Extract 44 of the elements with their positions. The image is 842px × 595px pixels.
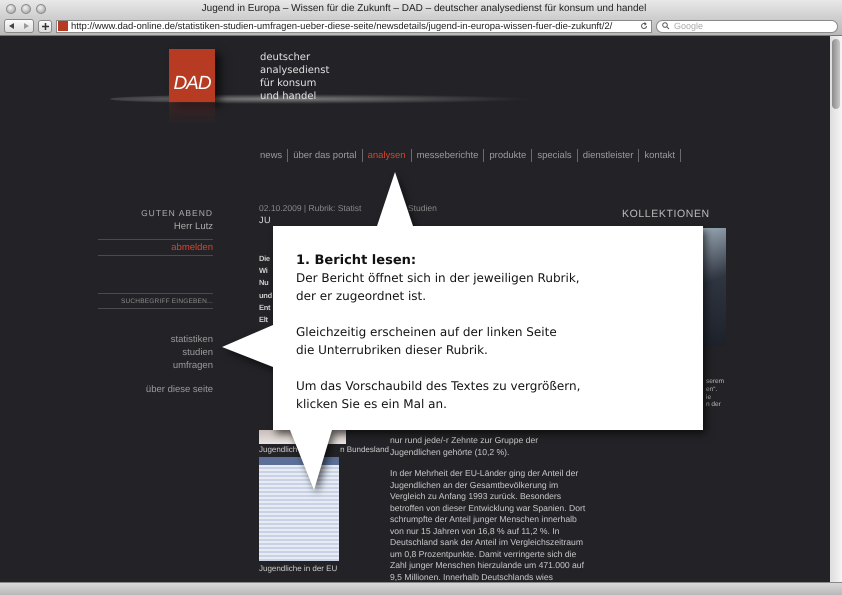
nav-link[interactable]: news — [260, 150, 288, 161]
tagline: deutscher analysedienst für konsum und handel — [260, 51, 330, 104]
url-text: http://www.dad-online.de/statistiken-studien-umfragen-ueber-diese-seite/newsdetails/jugend-in-europa-wissen-fuer-die-zukunft/2/ — [71, 20, 614, 32]
greeting-text: GUTEN ABEND — [140, 207, 213, 220]
article-paragraph: nur rund jede/-r Zehnte zur Gruppe der Jugendlichen gehörte (10,2 %). — [390, 435, 540, 458]
site-favicon-icon — [58, 21, 68, 31]
section-title: KOLLEKTIONEN — [622, 208, 711, 220]
article-meta: Studien — [408, 203, 437, 213]
user-name: Herr Lutz — [172, 220, 213, 233]
subnav-link[interactable]: statistiken — [170, 333, 213, 346]
thumbnail-caption: n Bundesland — [340, 444, 389, 456]
address-field[interactable]: http://www.dad-online.de/statistiken-studien-umfragen-ueber-diese-seite/newsdetails/jugend-in-europa-wissen-fuer-die-zukunft/2/ — [56, 20, 652, 32]
back-forward-control[interactable] — [4, 19, 34, 33]
add-bookmark-button[interactable] — [38, 20, 52, 32]
callout-title: 1. Bericht lesen: — [296, 252, 418, 269]
nav-link[interactable]: über das portal — [288, 150, 362, 161]
nav-link[interactable]: dienstleister — [578, 150, 638, 161]
callout-text: Gleichzeitig erscheinen auf der linken Seite die Unterrubriken dieser Rubrik. — [296, 324, 558, 359]
article-headline: JU — [259, 215, 271, 225]
logout-link[interactable]: abmelden — [98, 240, 213, 255]
subnav-link[interactable]: umfragen — [172, 359, 213, 372]
right-arrow-icon — [23, 23, 29, 29]
search-icon — [662, 22, 671, 30]
nav-link[interactable]: kontakt — [639, 150, 680, 161]
about-link[interactable]: über diese seite — [146, 383, 213, 396]
scrollbar[interactable] — [830, 36, 842, 582]
table-thumbnail[interactable] — [259, 457, 339, 562]
left-arrow-icon — [9, 23, 15, 29]
plus-icon — [42, 22, 48, 30]
reload-icon[interactable] — [640, 22, 648, 30]
nav-link[interactable]: messeberichte — [412, 150, 484, 161]
logo[interactable]: DAD — [169, 49, 215, 102]
article-meta: 02.10.2009 | Rubrik: Statist — [259, 203, 362, 213]
subnav-link[interactable]: studien — [182, 346, 213, 359]
thumbnail-caption: Jugendlich — [259, 444, 298, 456]
nav-link[interactable]: analysen — [362, 150, 411, 161]
thumbnail-caption: Jugendliche in der EU — [259, 563, 338, 574]
nav-link[interactable]: produkte — [484, 150, 532, 161]
callout-text: Der Bericht öffnet sich in der jeweiligen Rubrik, der er zugeordnet ist. — [296, 270, 581, 305]
window-title: Jugend in Europa – Wissen für die Zukunft – DAD – deutscher analysedienst für konsum und handel — [200, 3, 648, 14]
nav-link[interactable]: specials — [532, 150, 577, 161]
article-paragraph: In der Mehrheit der EU-Länder ging der Anteil der Jugendlichen an der Gesamtbevölkerung im Vergleich zu Anfang 1993 zurück. Besonders betroffen von dieser Entwicklung war Spanien. Dort schrumpfte der Anteil junger Menschen innerhalb von nur 15 Jahren von 16,8 % auf 11,2 %. In Deutschland sank der Anteil im Vergleichszeitraum um 0,8 Prozentpunkte. Damit verringerte sich die Zahl junger Menschen hierzulande um 471.000 auf 9,5 Millionen. Innerhalb Deutschlands wies — [390, 468, 586, 582]
callout-text: Um das Vorschaubild des Textes zu vergrößern, klicken Sie es ein Mal an. — [296, 378, 582, 413]
logo-reflection — [169, 102, 215, 124]
